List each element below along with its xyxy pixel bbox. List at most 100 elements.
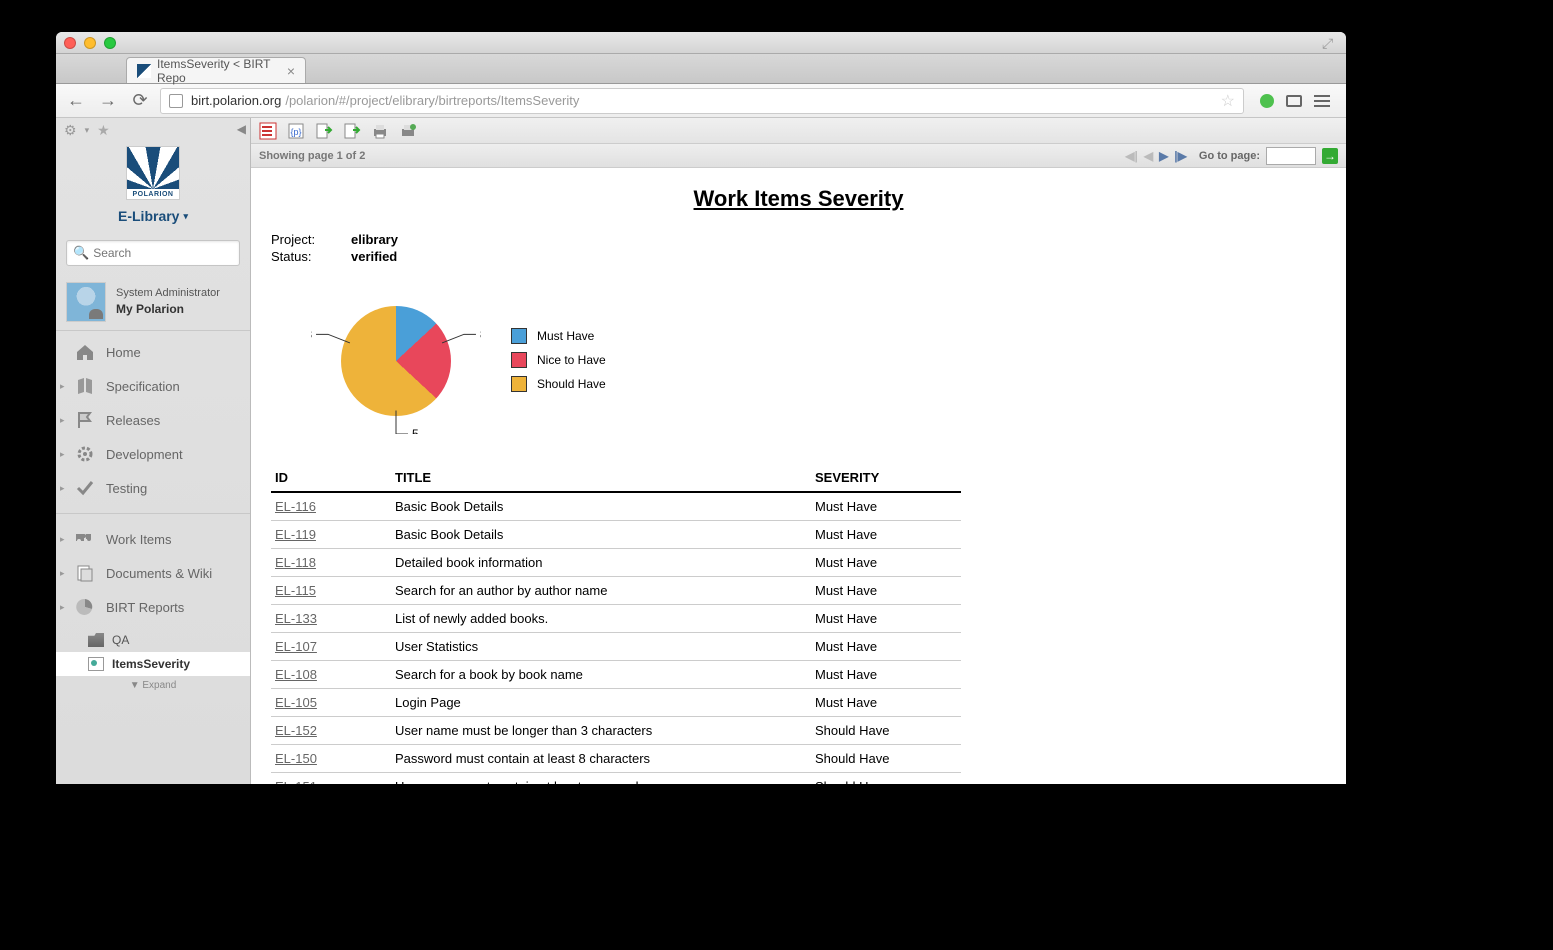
next-page-icon[interactable]: ▶ [1159, 149, 1168, 163]
search-box[interactable]: 🔍 [66, 240, 240, 266]
params-icon[interactable]: {p} [287, 122, 305, 140]
row-title: User name must contain at least one numb… [391, 773, 811, 785]
svg-text:{p}: {p} [290, 127, 301, 137]
table-row: EL-151 User name must contain at least on… [271, 773, 961, 785]
sidebar-item-specification[interactable]: ▸Specification [56, 369, 250, 403]
expand-caret-icon[interactable]: ▸ [60, 415, 65, 426]
print-icon[interactable] [371, 122, 389, 140]
table-row: EL-115Search for an author by author nam… [271, 577, 961, 605]
expand-caret-icon[interactable]: ▸ [60, 483, 65, 494]
expand-caret-icon[interactable]: ▸ [60, 381, 65, 392]
report-title: Work Items Severity [271, 186, 1326, 212]
work-item-link[interactable]: EL-105 [275, 695, 317, 710]
row-title: User Statistics [391, 633, 811, 661]
settings-gear-icon[interactable]: ⚙ [64, 122, 77, 139]
url-domain: birt.polarion.org [191, 93, 281, 108]
tab-title: ItemsSeverity < BIRT Repo [157, 57, 277, 85]
goto-page-input[interactable] [1266, 147, 1316, 165]
legend-item: Must Have [511, 328, 606, 344]
sidebar-item-documents-wiki[interactable]: ▸Documents & Wiki [56, 556, 250, 590]
prev-page-icon[interactable]: ◀ [1144, 149, 1153, 163]
hamburger-menu-icon[interactable] [1314, 95, 1330, 107]
work-item-link[interactable]: EL-107 [275, 639, 317, 654]
table-row: EL-105Login PageMust Have [271, 689, 961, 717]
user-portal-link[interactable]: My Polarion [116, 301, 220, 318]
first-page-icon[interactable]: ◀| [1125, 149, 1138, 163]
browser-tabbar: ItemsSeverity < BIRT Repo × [56, 54, 1346, 84]
page-icon [169, 94, 183, 108]
expand-caret-icon[interactable]: ▸ [60, 449, 65, 460]
row-title: Login Page [391, 689, 811, 717]
goto-page-button[interactable]: → [1322, 148, 1338, 164]
search-icon: 🔍 [73, 245, 89, 261]
items-table: ID TITLE SEVERITY EL-116Basic Book Detai… [271, 464, 961, 784]
minimize-window-icon[interactable] [84, 37, 96, 49]
puzzle-icon [74, 529, 96, 549]
browser-tab[interactable]: ItemsSeverity < BIRT Repo × [126, 57, 306, 83]
sidebar-item-work-items[interactable]: ▸Work Items [56, 522, 250, 556]
row-severity: Should Have [811, 773, 961, 785]
reload-button[interactable]: ⟳ [128, 89, 152, 113]
collapse-sidebar-icon[interactable]: ◀ [237, 122, 246, 136]
table-row: EL-108Search for a book by book nameMust… [271, 661, 961, 689]
close-window-icon[interactable] [64, 37, 76, 49]
print-server-icon[interactable] [399, 122, 417, 140]
expand-caret-icon[interactable]: ▸ [60, 602, 65, 613]
maximize-icon[interactable]: ⤢ [1322, 35, 1336, 49]
table-row: EL-133List of newly added books.Must Hav… [271, 605, 961, 633]
zoom-window-icon[interactable] [104, 37, 116, 49]
chart-legend: Must Have Nice to Have Should Have [511, 328, 606, 400]
work-item-link[interactable]: EL-118 [275, 555, 316, 570]
work-item-link[interactable]: EL-116 [275, 499, 316, 514]
sidebar: ⚙▾ ★ ◀ POLARION E-Library ▾ 🔍 [56, 118, 251, 784]
cast-icon[interactable] [1286, 95, 1302, 107]
row-title: Basic Book Details [391, 521, 811, 549]
expand-caret-icon[interactable]: ▸ [60, 568, 65, 579]
expand-caret-icon[interactable]: ▸ [60, 534, 65, 545]
work-item-link[interactable]: EL-133 [275, 611, 317, 626]
work-item-link[interactable]: EL-119 [275, 527, 316, 542]
sidebar-item-development[interactable]: ▸Development [56, 437, 250, 471]
sidebar-item-home[interactable]: Home [56, 335, 250, 369]
work-item-link[interactable]: EL-151 [275, 779, 317, 784]
sidebar-item-testing[interactable]: ▸Testing [56, 471, 250, 505]
bookmark-star-icon[interactable]: ☆ [1221, 91, 1235, 111]
row-severity: Must Have [811, 605, 961, 633]
url-path: /polarion/#/project/elibrary/birtreports… [285, 93, 579, 108]
toc-icon[interactable] [259, 122, 277, 140]
showing-page-label: Showing page 1 of 2 [259, 150, 365, 162]
work-item-link[interactable]: EL-115 [275, 583, 316, 598]
tab-close-icon[interactable]: × [287, 63, 295, 79]
back-button[interactable]: ← [64, 89, 88, 113]
row-title: Basic Book Details [391, 492, 811, 521]
sidebar-item-birt-reports[interactable]: ▸BIRT Reports [56, 590, 250, 624]
legend-swatch-icon [511, 328, 527, 344]
last-page-icon[interactable]: |▶ [1174, 149, 1187, 163]
legend-swatch-icon [511, 352, 527, 368]
legend-label: Must Have [537, 329, 594, 343]
work-item-link[interactable]: EL-152 [275, 723, 317, 738]
export-icon[interactable] [315, 122, 333, 140]
status-value: verified [351, 249, 397, 264]
row-severity: Should Have [811, 717, 961, 745]
tree-item-itemsseverity[interactable]: ItemsSeverity [56, 652, 250, 676]
row-severity: Must Have [811, 492, 961, 521]
legend-swatch-icon [511, 376, 527, 392]
work-item-link[interactable]: EL-108 [275, 667, 317, 682]
table-row: EL-152User name must be longer than 3 ch… [271, 717, 961, 745]
forward-button[interactable]: → [96, 89, 120, 113]
check-icon [74, 478, 96, 498]
home-icon [74, 342, 96, 362]
export-data-icon[interactable] [343, 122, 361, 140]
sidebar-item-releases[interactable]: ▸Releases [56, 403, 250, 437]
expand-tree-link[interactable]: ▼ Expand [56, 676, 250, 695]
extension-icon[interactable] [1260, 94, 1274, 108]
work-item-link[interactable]: EL-150 [275, 751, 317, 766]
url-input[interactable]: birt.polarion.org /polarion/#/project/el… [160, 88, 1244, 114]
project-selector[interactable]: E-Library ▾ [118, 208, 188, 224]
legend-label: Nice to Have [537, 353, 606, 367]
search-input[interactable] [93, 246, 248, 260]
tree-item-qa[interactable]: QA [56, 628, 250, 652]
favorite-star-icon[interactable]: ★ [97, 122, 110, 139]
legend-item: Should Have [511, 376, 606, 392]
